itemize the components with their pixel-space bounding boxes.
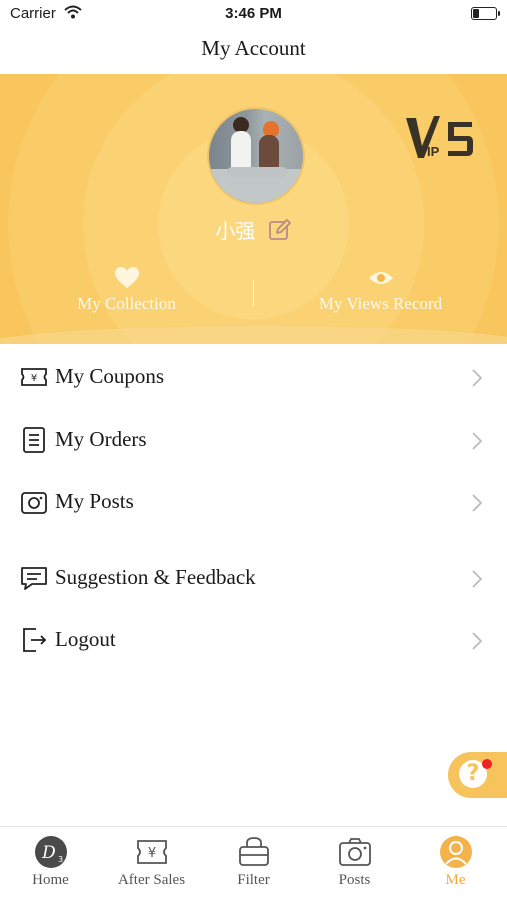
heart-icon <box>114 267 139 288</box>
my-views-record-label: My Views Record <box>318 294 443 313</box>
svg-text:IP: IP <box>427 144 440 159</box>
tab-label: Me <box>445 872 466 888</box>
svg-text:3: 3 <box>58 855 63 864</box>
ticket-yen-icon: ¥ <box>136 840 167 864</box>
menu-item-label: My Orders <box>55 427 147 451</box>
eye-icon <box>368 272 393 284</box>
camera-icon <box>338 838 371 866</box>
menu-item-my-orders[interactable]: My Orders <box>0 407 507 469</box>
menu-item-my-posts[interactable]: My Posts <box>0 469 507 531</box>
person-icon <box>439 836 472 868</box>
svg-text:¥: ¥ <box>147 846 155 861</box>
coupon-icon: ¥ <box>21 368 47 386</box>
tab-posts[interactable]: Posts <box>304 835 405 889</box>
menu-item-suggestion-feedback[interactable]: Suggestion & Feedback <box>0 545 507 607</box>
chevron-right-icon <box>472 369 483 387</box>
chevron-right-icon <box>472 570 483 588</box>
document-icon <box>23 427 45 453</box>
tab-after-sales[interactable]: ¥ After Sales <box>101 835 202 889</box>
status-bar: Carrier 3:46 PM <box>0 0 507 28</box>
svg-text:D: D <box>41 843 56 863</box>
username: 小强 <box>215 219 256 243</box>
menu-item-label: Suggestion & Feedback <box>55 565 256 589</box>
tab-filter[interactable]: Filter <box>203 835 304 889</box>
menu-item-logout[interactable]: Logout <box>0 607 507 669</box>
menu-item-label: Logout <box>55 627 116 651</box>
help-button[interactable]: ? <box>448 752 507 798</box>
tab-label: Home <box>32 872 69 888</box>
chevron-right-icon <box>472 494 483 512</box>
tab-me[interactable]: Me <box>405 835 506 889</box>
chevron-right-icon <box>472 432 483 450</box>
svg-text:¥: ¥ <box>31 373 37 384</box>
bag-icon <box>238 837 269 866</box>
status-time: 3:46 PM <box>225 5 282 22</box>
profile-header: IP 小强 My Collection My Views Record <box>0 74 507 344</box>
tab-bar: D 3 Home ¥ After Sales Filter Posts Me <box>0 826 507 901</box>
menu-item-label: My Coupons <box>55 364 165 388</box>
tab-label: Posts <box>338 872 371 888</box>
tab-label: After Sales <box>117 872 186 888</box>
chevron-right-icon <box>472 632 483 650</box>
tab-label: Filter <box>237 872 270 888</box>
menu-item-label: My Posts <box>55 489 134 513</box>
vip-badge-icon: IP <box>406 116 473 159</box>
battery-icon <box>471 7 500 20</box>
hero-wave-decoration <box>0 326 507 344</box>
chat-icon <box>21 567 47 590</box>
page-title: My Account <box>201 36 306 60</box>
edit-icon[interactable] <box>268 218 292 242</box>
my-collection-button[interactable]: My Collection <box>0 266 253 326</box>
my-collection-label: My Collection <box>77 294 176 313</box>
my-views-record-button[interactable]: My Views Record <box>254 266 507 326</box>
tab-home[interactable]: D 3 Home <box>0 835 101 889</box>
username-row: 小强 <box>0 215 507 244</box>
home-logo-icon: D 3 <box>34 836 67 868</box>
menu-item-my-coupons[interactable]: ¥ My Coupons <box>0 344 507 406</box>
logout-icon <box>23 628 47 652</box>
avatar[interactable] <box>207 107 305 205</box>
camera-icon <box>21 492 47 514</box>
notification-dot <box>482 759 492 769</box>
